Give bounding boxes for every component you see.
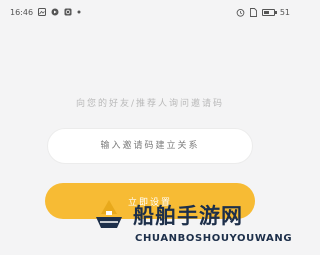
watermark: 船舶手游网 CHUANBOSHOUYOUWANG (93, 196, 293, 252)
play-notification-icon (51, 8, 59, 16)
dot-icon (77, 10, 81, 14)
watermark-subtitle: CHUANBOSHOUYOUWANG (135, 233, 293, 244)
ship-logo-icon (96, 200, 122, 228)
sim-icon (249, 7, 257, 17)
status-time: 16:46 (10, 7, 34, 17)
battery-level: 51 (279, 7, 290, 17)
watermark-title: 船舶手游网 (133, 204, 243, 228)
alarm-icon (236, 8, 245, 17)
status-bar-right: 51 (236, 8, 290, 17)
invite-prompt: 向您的好友/推荐人询问邀请码 (75, 99, 225, 109)
image-notification-icon (38, 8, 47, 16)
invite-code-input[interactable] (47, 128, 253, 164)
battery-icon (261, 8, 277, 16)
sync-icon (64, 8, 72, 16)
status-bar-left: 16:46 (10, 8, 81, 17)
status-bar: 16:46 51 (0, 0, 300, 24)
